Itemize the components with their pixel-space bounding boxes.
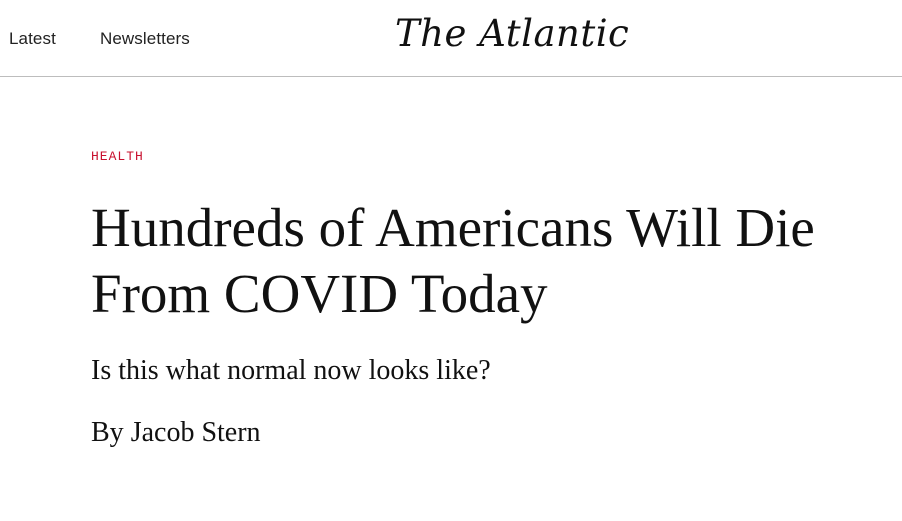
article-headline: Hundreds of Americans Will Die From COVI… [91,197,815,324]
article-dek: Is this what normal now looks like? [91,355,491,386]
nav-newsletters-link[interactable]: Newsletters [100,29,190,49]
article-byline: By Jacob Stern [91,417,261,449]
nav-latest-link[interactable]: Latest [9,29,56,49]
byline-prefix: By [91,417,124,448]
site-header: Latest Newsletters The Atlantic [0,0,902,77]
site-logo[interactable]: The Atlantic [395,12,629,55]
author-link[interactable]: Jacob Stern [131,417,261,448]
section-label[interactable]: HEALTH [91,149,144,164]
